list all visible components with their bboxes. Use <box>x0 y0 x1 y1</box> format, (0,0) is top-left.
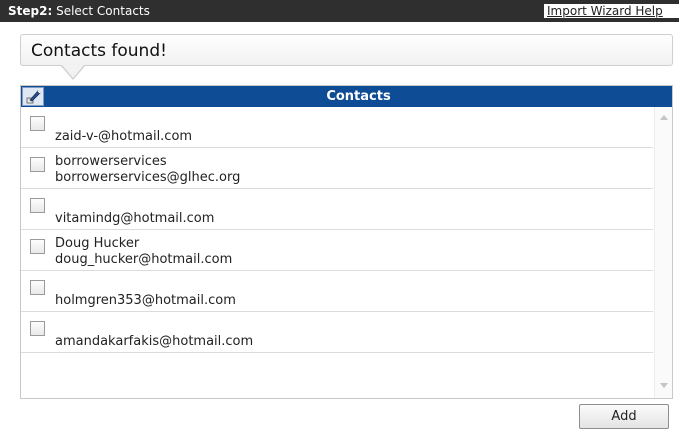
step-label: Step2: <box>8 4 53 18</box>
contact-checkbox[interactable] <box>30 321 45 336</box>
contact-checkbox[interactable] <box>30 280 45 295</box>
contact-row[interactable]: Doug Hucker doug_hucker@hotmail.com <box>21 230 653 271</box>
callout-pointer-fill <box>62 65 84 78</box>
wizard-topbar: Step2: Select Contacts Import Wizard Hel… <box>0 0 679 22</box>
scroll-up-arrow-icon[interactable] <box>660 115 668 120</box>
contact-email: holmgren353@hotmail.com <box>55 293 236 308</box>
import-wizard-help-link[interactable]: Import Wizard Help <box>544 4 679 18</box>
contacts-found-callout: Contacts found! <box>20 34 673 66</box>
scroll-down-arrow-icon[interactable] <box>660 383 668 388</box>
contact-row[interactable]: zaid-v-@hotmail.com <box>21 107 653 148</box>
contact-name: borrowerservices <box>55 154 167 169</box>
contact-email: doug_hucker@hotmail.com <box>55 252 233 267</box>
contact-row[interactable]: amandakarfakis@hotmail.com <box>21 312 653 353</box>
contact-checkbox[interactable] <box>30 198 45 213</box>
contact-email: amandakarfakis@hotmail.com <box>55 334 254 349</box>
contact-name: Doug Hucker <box>55 236 140 251</box>
contact-row[interactable]: borrowerservices borrowerservices@glhec.… <box>21 148 653 189</box>
contact-email: zaid-v-@hotmail.com <box>55 129 193 144</box>
contact-email: vitamindg@hotmail.com <box>55 211 215 226</box>
callout-title: Contacts found! <box>31 41 167 61</box>
contacts-table-header: Contacts <box>21 86 672 107</box>
contact-email: borrowerservices@glhec.org <box>55 170 241 185</box>
contact-checkbox[interactable] <box>30 157 45 172</box>
contacts-panel: Contacts zaid-v-@hotmail.com borrowerser… <box>20 85 673 399</box>
contact-row[interactable]: vitamindg@hotmail.com <box>21 189 653 230</box>
contacts-scrollbar[interactable] <box>654 107 672 398</box>
contact-checkbox[interactable] <box>30 239 45 254</box>
add-button[interactable]: Add <box>579 404 669 429</box>
step-indicator: Step2: Select Contacts <box>8 4 150 18</box>
contacts-list: zaid-v-@hotmail.com borrowerservices bor… <box>21 107 653 398</box>
step-text: Select Contacts <box>56 4 150 18</box>
edit-icon[interactable] <box>22 87 44 106</box>
contacts-column-header: Contacts <box>326 89 391 104</box>
contact-checkbox[interactable] <box>30 116 45 131</box>
contact-row[interactable]: holmgren353@hotmail.com <box>21 271 653 312</box>
